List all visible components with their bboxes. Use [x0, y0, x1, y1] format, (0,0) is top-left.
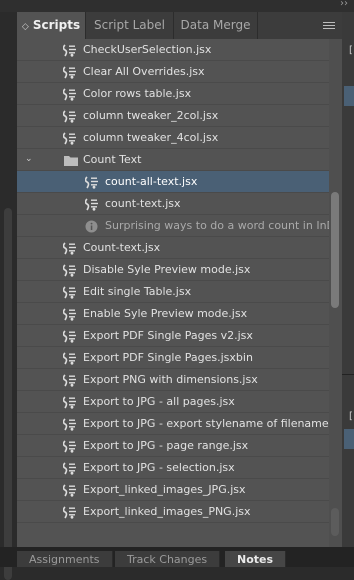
item-label: Edit single Table.jsx	[83, 285, 192, 298]
script-icon	[62, 483, 77, 497]
bracket-glyph: [	[349, 411, 353, 422]
item-label: Surprising ways to do a word count in In…	[105, 219, 329, 232]
item-label: Count-text.jsx	[83, 241, 161, 254]
chevron-down-icon[interactable]: ⌄	[25, 149, 33, 170]
script-row[interactable]: Export_linked_images_PNG.jsx	[17, 501, 329, 523]
scrollbar-lower-thumb[interactable]	[331, 508, 339, 536]
item-label: Color rows table.jsx	[83, 87, 192, 100]
script-row[interactable]: Clear All Overrides.jsx	[17, 61, 329, 83]
item-label: CheckUserSelection.jsx	[83, 43, 212, 56]
script-icon	[62, 65, 77, 79]
script-row[interactable]: Export PNG with dimensions.jsx	[17, 369, 329, 391]
bracket-glyph: [	[349, 45, 353, 56]
item-label: column tweaker_2col.jsx	[83, 109, 219, 122]
script-icon	[62, 439, 77, 453]
adjacent-selection-indicator	[344, 86, 354, 106]
item-label: Export_linked_images_JPG.jsx	[83, 483, 246, 496]
script-icon	[62, 87, 77, 101]
script-icon	[62, 131, 77, 145]
script-row[interactable]: CheckUserSelection.jsx	[17, 39, 329, 61]
script-icon	[62, 461, 77, 475]
item-label: count-all-text.jsx	[105, 175, 198, 188]
script-row[interactable]: Edit single Table.jsx	[17, 281, 329, 303]
item-label: Export to JPG - all pages.jsx	[83, 395, 235, 408]
tab-reorder-icon: ◇	[21, 22, 29, 32]
item-label: count-text.jsx	[105, 197, 181, 210]
script-icon	[62, 109, 77, 123]
script-icon	[62, 241, 77, 255]
script-row[interactable]: Export_linked_images_JPG.jsx	[17, 479, 329, 501]
script-row[interactable]: Export PDF Single Pages v2.jsx	[17, 325, 329, 347]
item-label: Export PNG with dimensions.jsx	[83, 373, 258, 386]
panel-menu-icon[interactable]	[316, 12, 342, 39]
left-scrollbar[interactable]	[4, 208, 12, 580]
script-row[interactable]: count-all-text.jsx	[17, 171, 329, 193]
script-row[interactable]: Export to JPG - selection.jsx	[17, 457, 329, 479]
item-label: Export_linked_images_PNG.jsx	[83, 505, 251, 518]
script-row[interactable]: column tweaker_4col.jsx	[17, 127, 329, 149]
script-row[interactable]: Export to JPG - all pages.jsx	[17, 391, 329, 413]
script-icon	[62, 329, 77, 343]
bottom-tab-bar: Assignments Track Changes Notes	[0, 547, 354, 567]
item-label: Enable Syle Preview mode.jsx	[83, 307, 248, 320]
scrollbar-thumb[interactable]	[331, 192, 339, 308]
script-icon	[62, 417, 77, 431]
item-label: Disable Syle Preview mode.jsx	[83, 263, 251, 276]
item-label: Export PDF Single Pages.jsxbin	[83, 351, 253, 364]
script-row[interactable]: Export to JPG - page range.jsx	[17, 435, 329, 457]
scripts-panel: ◇ Scripts Script Label Data Merge CheckUs…	[17, 12, 342, 547]
script-row[interactable]: Export PDF Single Pages.jsxbin	[17, 347, 329, 369]
tab-assignments[interactable]: Assignments	[17, 551, 113, 567]
divider	[342, 374, 354, 375]
item-label: Clear All Overrides.jsx	[83, 65, 205, 78]
item-label: column tweaker_4col.jsx	[83, 131, 219, 144]
tab-notes[interactable]: Notes	[225, 551, 287, 567]
script-row[interactable]: count-text.jsx	[17, 193, 329, 215]
script-row[interactable]: Disable Syle Preview mode.jsx	[17, 259, 329, 281]
script-row[interactable]: column tweaker_2col.jsx	[17, 105, 329, 127]
collapse-panels-icon[interactable]: ››	[340, 0, 348, 9]
item-label: Count Text	[83, 153, 142, 166]
info-icon	[85, 219, 99, 233]
folder-row[interactable]: ⌄ Count Text	[17, 149, 329, 171]
script-row[interactable]: Export to JPG - export stylename of file…	[17, 413, 329, 435]
panel-tab-bar: ◇ Scripts Script Label Data Merge	[17, 12, 342, 39]
script-icon	[62, 285, 77, 299]
script-row[interactable]: Enable Syle Preview mode.jsx	[17, 303, 329, 325]
script-icon	[62, 505, 77, 519]
adjacent-panel-strip: [ [	[342, 12, 354, 567]
script-icon	[62, 263, 77, 277]
item-label: Export PDF Single Pages v2.jsx	[83, 329, 253, 342]
folder-icon	[63, 153, 78, 166]
top-strip: ››	[0, 0, 354, 12]
script-icon	[62, 351, 77, 365]
adjacent-selection-indicator	[344, 429, 354, 449]
script-icon	[62, 307, 77, 321]
tab-scripts[interactable]: ◇ Scripts	[17, 12, 86, 39]
tab-label: Scripts	[32, 18, 81, 32]
left-gutter	[0, 12, 17, 580]
script-icon	[62, 395, 77, 409]
script-row[interactable]: Count-text.jsx	[17, 237, 329, 259]
tab-script-label[interactable]: Script Label	[86, 12, 174, 39]
info-row[interactable]: Surprising ways to do a word count in In…	[17, 215, 329, 237]
item-label: Export to JPG - page range.jsx	[83, 439, 249, 452]
scripts-list: CheckUserSelection.jsx Clear All Override…	[17, 39, 329, 547]
script-icon	[62, 43, 77, 57]
tab-track-changes[interactable]: Track Changes	[115, 551, 221, 567]
tab-data-merge[interactable]: Data Merge	[174, 12, 258, 39]
script-row[interactable]: Color rows table.jsx	[17, 83, 329, 105]
item-label: Export to JPG - export stylename of file…	[83, 417, 329, 430]
script-icon	[62, 373, 77, 387]
item-label: Export to JPG - selection.jsx	[83, 461, 235, 474]
script-icon	[84, 197, 99, 211]
script-icon	[84, 175, 99, 189]
